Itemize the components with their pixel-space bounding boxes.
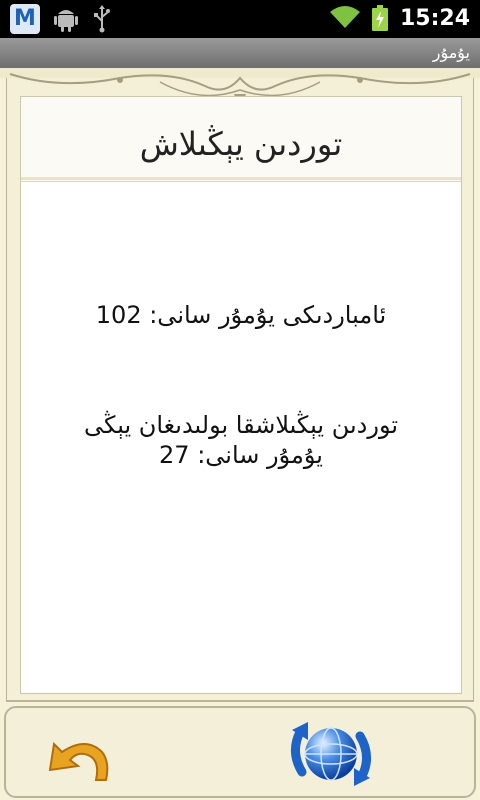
clock: 15:24 <box>399 5 470 31</box>
page-header: توردىن يېڭىلاش <box>21 97 461 180</box>
android-icon <box>54 10 78 32</box>
battery-charging-icon <box>371 5 388 31</box>
app-title-bar: يۇمۇر <box>0 38 480 69</box>
bottom-toolbar <box>4 706 476 798</box>
back-button[interactable] <box>46 732 112 784</box>
stored-count-text: ئامباردىكى يۇمۇر سانى: 102 <box>95 301 387 329</box>
app-title: يۇمۇر <box>432 43 470 62</box>
new-count-text: توردىن يېڭىلاشقا بولىدىغان يېڭى يۇمۇر سا… <box>83 411 399 469</box>
page-title: توردىن يېڭىلاش <box>139 125 343 163</box>
usb-icon <box>94 5 110 33</box>
globe-refresh-icon <box>291 722 371 786</box>
undo-arrow-icon <box>48 741 109 781</box>
m-app-icon: M <box>10 4 40 34</box>
content-panel: توردىن يېڭىلاش ئامباردىكى يۇمۇر سانى: 10… <box>20 96 462 694</box>
refresh-button[interactable] <box>286 712 376 796</box>
stats-area: ئامباردىكى يۇمۇر سانى: 102 توردىن يېڭىلا… <box>21 181 461 692</box>
status-bar: M 15:24 <box>0 0 480 38</box>
wifi-icon <box>329 6 360 28</box>
